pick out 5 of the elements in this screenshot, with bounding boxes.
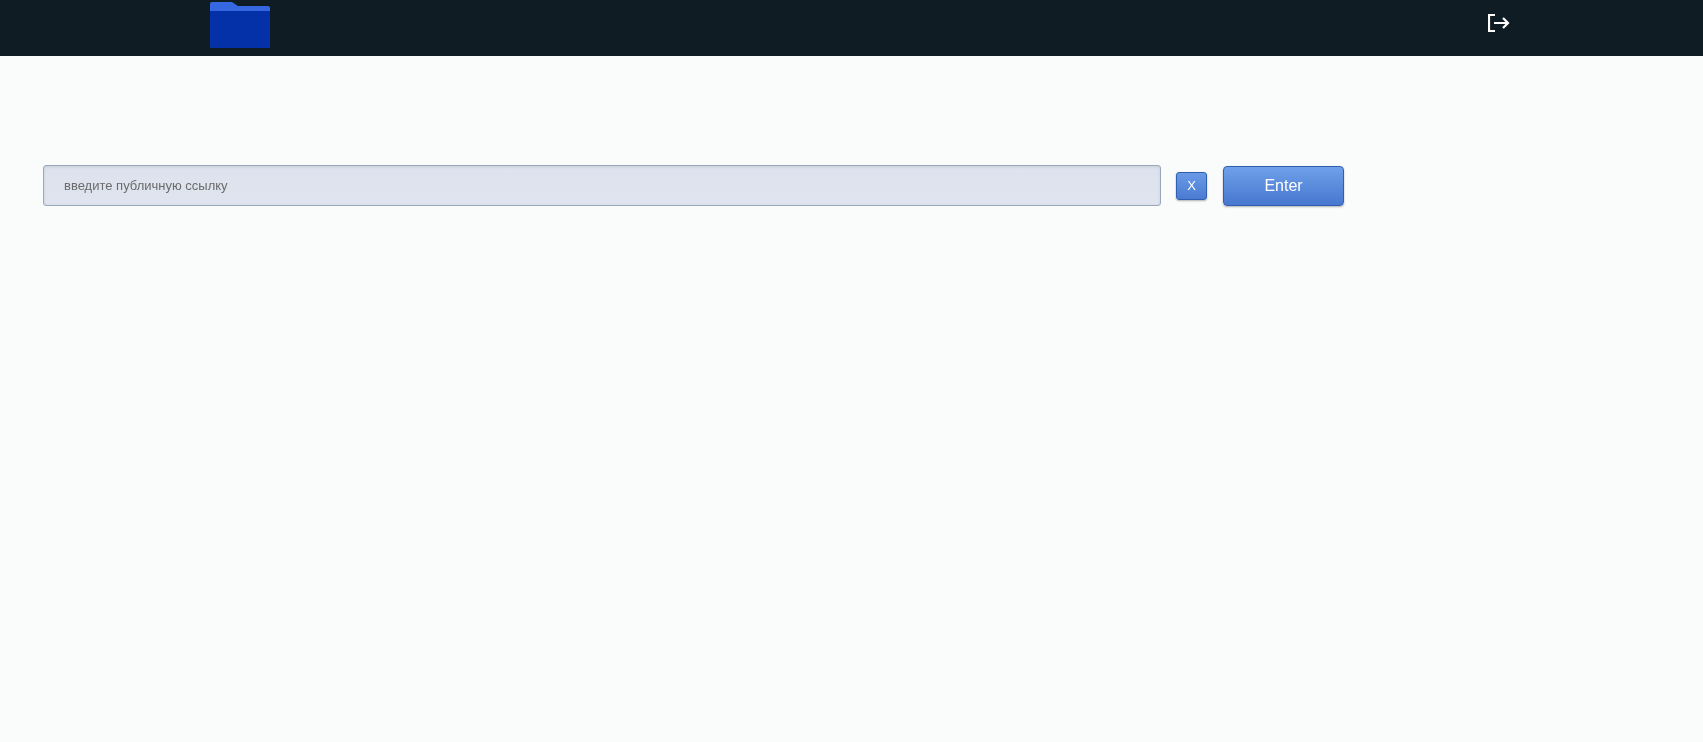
enter-button[interactable]: Enter [1223, 165, 1344, 206]
folder-icon[interactable] [210, 2, 270, 48]
link-input[interactable]: введите публичную ссылку [43, 165, 1161, 206]
logout-icon[interactable] [1488, 14, 1510, 32]
clear-button[interactable]: X [1176, 171, 1207, 200]
